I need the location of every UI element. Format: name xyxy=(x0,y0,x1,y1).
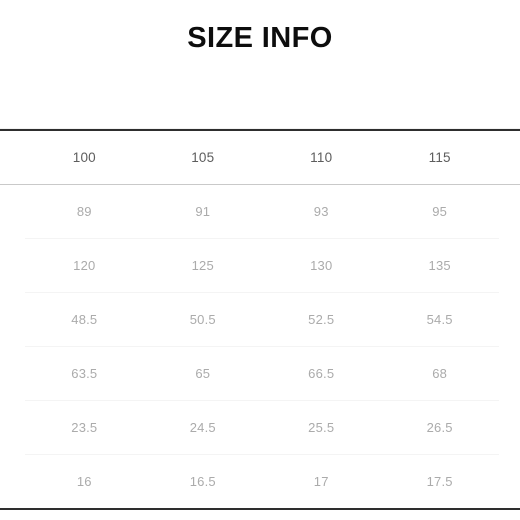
size-table-body: 89 91 93 95 120 125 130 135 48.5 50.5 52… xyxy=(0,184,520,510)
cell-r6-c110: 17 xyxy=(313,474,329,489)
row-label xyxy=(0,239,25,293)
size-table: 100 105 110 115 89 91 93 95 120 125 130 xyxy=(0,129,520,510)
table-row: 89 91 93 95 xyxy=(0,184,520,239)
cell-r2-c115: 135 xyxy=(380,238,499,293)
column-header-105: 105 xyxy=(143,130,262,185)
page-title: SIZE INFO xyxy=(187,22,333,54)
cell-r5-c110: 25.5 xyxy=(262,400,381,455)
column-header-110: 110 xyxy=(262,130,381,185)
cell-r5-c115: 26.5 xyxy=(380,400,499,455)
size-info-page: SIZE INFO 100 105 110 115 89 91 93 95 12… xyxy=(0,0,520,520)
row-tail-spacer xyxy=(499,455,520,510)
cell-r2-c110: 130 xyxy=(262,238,381,293)
table-row: 63.5 65 66.5 68 xyxy=(0,346,520,401)
cell-r5-c105: 24.5 xyxy=(143,400,262,455)
row-tail-spacer xyxy=(499,185,520,239)
cell-r6-c100: 16 xyxy=(76,474,92,489)
column-header-100: 100 xyxy=(25,130,144,185)
table-row: 23.5 24.5 25.5 26.5 xyxy=(0,400,520,455)
cell-r3-c115: 54.5 xyxy=(380,292,499,347)
row-tail-spacer xyxy=(499,401,520,455)
cell-r3-c100: 48.5 xyxy=(25,292,144,347)
table-row: 16 16.5 17 17.5 xyxy=(0,455,520,510)
row-tail-spacer xyxy=(499,293,520,347)
row-label xyxy=(0,185,25,239)
cell-r2-c100: 120 xyxy=(25,238,144,293)
cell-r6-c105: 16.5 xyxy=(189,474,216,489)
row-label xyxy=(0,293,25,347)
row-label-header xyxy=(0,130,26,185)
title-area: SIZE INFO xyxy=(0,0,520,128)
cell-r3-c110: 52.5 xyxy=(262,292,381,347)
cell-r6-c115: 17.5 xyxy=(426,474,453,489)
table-row: 120 125 130 135 xyxy=(0,238,520,293)
cell-r4-c105: 65 xyxy=(143,346,262,401)
cell-r4-c115: 68 xyxy=(380,346,499,401)
row-tail-spacer xyxy=(499,347,520,401)
row-tail-spacer xyxy=(499,239,520,293)
size-table-header: 100 105 110 115 xyxy=(0,130,520,185)
cell-r3-c105: 50.5 xyxy=(143,292,262,347)
cell-r5-c100: 23.5 xyxy=(25,400,144,455)
cell-r1-c105: 91 xyxy=(143,184,262,239)
row-label xyxy=(0,401,25,455)
cell-r4-c110: 66.5 xyxy=(262,346,381,401)
column-header-115: 115 xyxy=(380,130,499,185)
row-label xyxy=(0,347,25,401)
table-row: 48.5 50.5 52.5 54.5 xyxy=(0,292,520,347)
table-header-row: 100 105 110 115 xyxy=(0,130,520,185)
cell-r2-c105: 125 xyxy=(143,238,262,293)
cell-r4-c100: 63.5 xyxy=(25,346,144,401)
cell-r1-c115: 95 xyxy=(380,184,499,239)
cell-r1-c110: 93 xyxy=(262,184,381,239)
header-tail-spacer xyxy=(498,130,520,185)
row-label xyxy=(0,455,25,510)
cell-r1-c100: 89 xyxy=(25,184,144,239)
